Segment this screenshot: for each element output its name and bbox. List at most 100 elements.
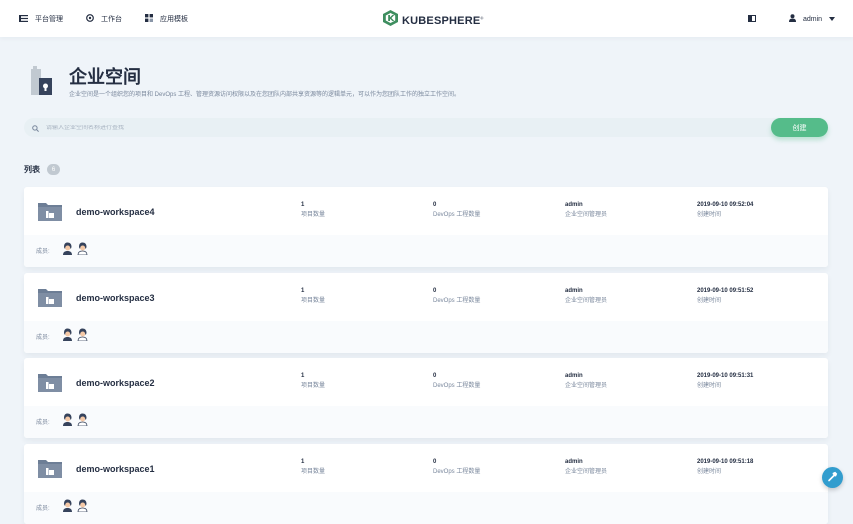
member-avatar[interactable] [77,242,88,260]
projects-count: 1 [301,373,305,379]
projects-count: 1 [301,288,305,294]
projects-label: 项目数量 [301,469,326,475]
projects-stat: 1 项目数量 [301,201,325,220]
created-time: 2019-09-10 09:52:04 [697,202,754,208]
search-icon [32,119,39,137]
nav-app-templates[interactable]: 应用模板 [145,13,188,25]
created-time: 2019-09-10 09:51:18 [697,459,754,465]
projects-label: 项目数量 [301,383,326,389]
projects-stat: 1 项目数量 [301,458,325,477]
created-stat: 2019-09-10 09:51:18 创建时间 [697,458,753,477]
workspace-card-members: 成员: [24,406,828,438]
manager-label: 企业空间管理员 [565,298,608,304]
manager-stat: admin 企业空间管理员 [565,458,607,477]
created-label: 创建时间 [697,383,722,389]
workspace-hero-icon [30,66,54,98]
member-avatar[interactable] [77,413,88,431]
created-stat: 2019-09-10 09:52:04 创建时间 [697,201,753,220]
nav-workbench[interactable]: 工作台 [86,13,122,25]
manager-name: admin [565,202,583,208]
workspace-card-members: 成员: [24,321,828,353]
workspace-card-main[interactable]: demo-workspace1 1 项目数量 0 DevOps 工程数量 adm… [24,444,828,492]
devops-label: DevOps 工程数量 [433,212,481,218]
members-label: 成员: [36,420,50,426]
hamburger-icon [19,14,28,24]
projects-stat: 1 项目数量 [301,372,325,391]
workspace-card-members: 成员: [24,235,828,267]
nav-workbench-label: 工作台 [101,16,122,23]
chevron-down-icon [829,16,836,23]
nav-platform-management[interactable]: 平台管理 [19,13,63,25]
member-avatar[interactable] [77,328,88,346]
create-button[interactable]: 创建 [771,118,828,137]
projects-count: 1 [301,459,305,465]
user-name: admin [803,15,823,23]
workspace-card-main[interactable]: demo-workspace4 1 项目数量 0 DevOps 工程数量 adm… [24,187,828,235]
kubesphere-logo[interactable]: KUBESPHERE® [383,10,484,31]
manager-stat: admin 企业空间管理员 [565,201,607,220]
projects-stat: 1 项目数量 [301,287,325,306]
created-label: 创建时间 [697,212,722,218]
member-avatar[interactable] [62,499,73,517]
devops-count: 0 [433,459,437,465]
toolbox-button[interactable] [822,467,843,488]
devops-label: DevOps 工程数量 [433,383,481,389]
devops-stat: 0 DevOps 工程数量 [433,287,480,306]
user-icon [789,14,796,24]
manager-label: 企业空间管理员 [565,469,608,475]
devops-count: 0 [433,373,437,379]
workspace-card[interactable]: demo-workspace1 1 项目数量 0 DevOps 工程数量 adm… [24,444,828,524]
panel-toggle[interactable] [748,13,756,25]
member-avatar[interactable] [62,242,73,260]
app-templates-icon [145,14,153,24]
manager-name: admin [565,288,583,294]
workspace-card-main[interactable]: demo-workspace3 1 项目数量 0 DevOps 工程数量 adm… [24,273,828,321]
members-label: 成员: [36,249,50,255]
workspace-card-members: 成员: [24,492,828,524]
workspace-name[interactable]: demo-workspace4 [76,207,155,217]
created-stat: 2019-09-10 09:51:31 创建时间 [697,372,753,391]
projects-count: 1 [301,202,305,208]
workspace-icon [38,458,62,483]
devops-stat: 0 DevOps 工程数量 [433,458,480,477]
devops-count: 0 [433,202,437,208]
member-avatar[interactable] [77,499,88,517]
workspace-card[interactable]: demo-workspace2 1 项目数量 0 DevOps 工程数量 adm… [24,358,828,438]
search-bar[interactable] [24,118,804,137]
member-avatar[interactable] [62,413,73,431]
kubesphere-logo-icon [383,10,398,31]
created-time: 2019-09-10 09:51:52 [697,288,754,294]
logo-registered-mark: ® [480,14,484,20]
manager-name: admin [565,373,583,379]
page-description: 企业空间是一个组织您的项目和 DevOps 工程、管理资源访问权限以及在您团队内… [69,92,461,98]
projects-label: 项目数量 [301,212,326,218]
page-title: 企业空间 [69,67,141,87]
workspace-name[interactable]: demo-workspace3 [76,293,155,303]
workspace-card[interactable]: demo-workspace3 1 项目数量 0 DevOps 工程数量 adm… [24,273,828,353]
workbench-icon [86,14,94,24]
created-time: 2019-09-10 09:51:31 [697,373,754,379]
created-label: 创建时间 [697,469,722,475]
created-stat: 2019-09-10 09:51:52 创建时间 [697,287,753,306]
manager-stat: admin 企业空间管理员 [565,287,607,306]
manager-name: admin [565,459,583,465]
workspace-icon [38,287,62,312]
workspace-card[interactable]: demo-workspace4 1 项目数量 0 DevOps 工程数量 adm… [24,187,828,267]
member-avatar[interactable] [62,328,73,346]
workspace-card-main[interactable]: demo-workspace2 1 项目数量 0 DevOps 工程数量 adm… [24,358,828,406]
projects-label: 项目数量 [301,298,326,304]
logo-text: KUBESPHERE® [402,14,484,27]
workspace-name[interactable]: demo-workspace2 [76,378,155,388]
search-input[interactable] [46,124,646,131]
members-label: 成员: [36,335,50,341]
list-title: 列表 [24,165,40,174]
manager-label: 企业空间管理员 [565,383,608,389]
workspace-icon [38,201,62,226]
workspace-name[interactable]: demo-workspace1 [76,464,155,474]
nav-platform-label: 平台管理 [35,16,63,23]
nav-app-templates-label: 应用模板 [160,16,188,23]
devops-stat: 0 DevOps 工程数量 [433,201,480,220]
user-menu[interactable]: admin [789,13,836,25]
list-header: 列表 6 [24,164,60,175]
manager-stat: admin 企业空间管理员 [565,372,607,391]
